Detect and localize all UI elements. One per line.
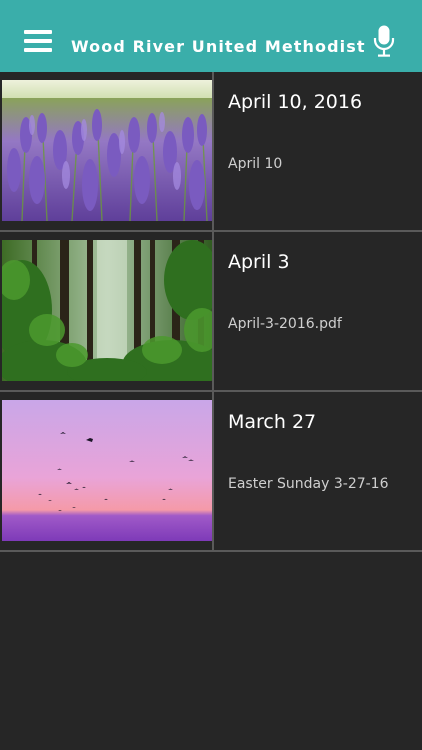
sermon-title: April 3 bbox=[228, 251, 290, 273]
column-divider bbox=[212, 392, 214, 550]
birds-sunset-thumbnail bbox=[2, 400, 213, 541]
top-app-bar: Wood River United Methodist bbox=[0, 0, 422, 72]
sermon-subtitle: April-3-2016.pdf bbox=[228, 316, 342, 332]
lavender-field-thumbnail bbox=[2, 80, 213, 221]
forest-trees-thumbnail bbox=[2, 240, 213, 381]
list-item[interactable]: March 27 Easter Sunday 3-27-16 bbox=[0, 392, 422, 552]
microphone-icon[interactable] bbox=[373, 25, 395, 57]
sermon-title: April 10, 2016 bbox=[228, 91, 363, 113]
sermon-subtitle: Easter Sunday 3-27-16 bbox=[228, 476, 389, 492]
menu-line bbox=[24, 30, 52, 34]
list-item[interactable]: April 10, 2016 April 10 bbox=[0, 72, 422, 232]
app-title: Wood River United Methodist bbox=[71, 37, 366, 56]
app-screen: Wood River United Methodist April 10, 20… bbox=[0, 0, 422, 750]
hamburger-menu-icon[interactable] bbox=[24, 30, 52, 54]
menu-line bbox=[24, 39, 52, 43]
column-divider bbox=[212, 72, 214, 230]
list-item[interactable]: April 3 April-3-2016.pdf bbox=[0, 232, 422, 392]
sermon-title: March 27 bbox=[228, 411, 317, 433]
sermon-subtitle: April 10 bbox=[228, 156, 283, 172]
menu-line bbox=[24, 48, 52, 52]
column-divider bbox=[212, 232, 214, 390]
sermon-list: April 10, 2016 April 10 April 3 April-3-… bbox=[0, 72, 422, 552]
